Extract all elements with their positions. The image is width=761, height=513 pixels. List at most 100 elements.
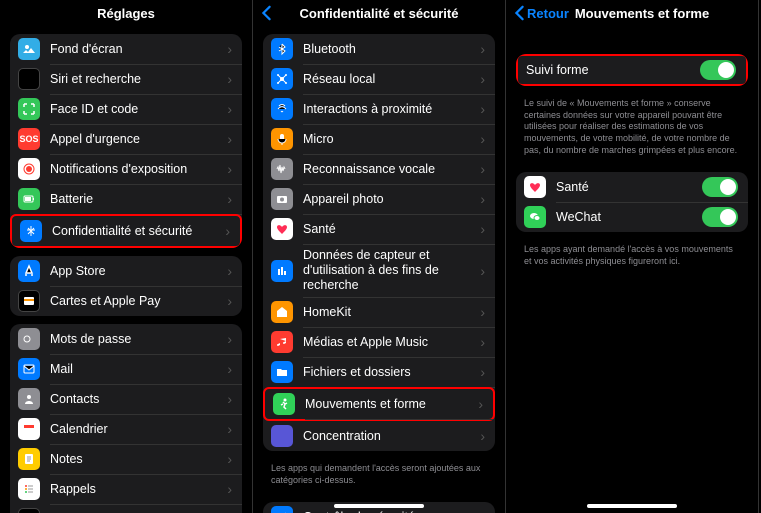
settings-row[interactable]: HomeKit› xyxy=(263,297,495,327)
settings-row[interactable]: Notes› xyxy=(10,444,242,474)
settings-row[interactable]: Face ID et code › xyxy=(10,94,242,124)
row-label: WeChat xyxy=(556,210,702,225)
row-label: Siri et recherche xyxy=(50,72,221,87)
settings-row[interactable]: Médias et Apple Music› xyxy=(263,327,495,357)
settings-row[interactable]: Données de capteur et d'utilisation à de… xyxy=(263,244,495,297)
network-icon xyxy=(271,68,293,90)
chevron-right-icon: › xyxy=(480,71,485,87)
home-indicator[interactable] xyxy=(587,504,677,508)
focus-icon xyxy=(271,425,293,447)
health-icon xyxy=(524,176,546,198)
chevron-left-icon xyxy=(514,5,525,21)
toggle-switch[interactable] xyxy=(700,60,736,80)
row-label: Rappels xyxy=(50,482,221,497)
settings-group: Fond d'écran›Siri et recherche›Face ID e… xyxy=(10,34,242,248)
nearby-icon xyxy=(271,98,293,120)
row-label: Suivi forme xyxy=(526,63,700,78)
chevron-right-icon: › xyxy=(227,161,232,177)
sos-icon: SOS xyxy=(18,128,40,150)
privacy-icon xyxy=(20,220,42,242)
row-label: Bluetooth xyxy=(303,42,474,57)
settings-row[interactable]: Batterie › xyxy=(10,184,242,214)
settings-row[interactable]: Reconnaissance vocale › xyxy=(263,154,495,184)
settings-row[interactable]: Confidentialité et sécurité› xyxy=(10,214,242,248)
settings-row[interactable]: Bluetooth› xyxy=(263,34,495,64)
settings-row[interactable]: Interactions à proximité› xyxy=(263,94,495,124)
calendar-icon xyxy=(18,418,40,440)
settings-row[interactable]: Cartes et Apple Pay› xyxy=(10,286,242,316)
row-label: Notes xyxy=(50,452,221,467)
chevron-right-icon: › xyxy=(480,263,485,279)
chevron-right-icon: › xyxy=(480,304,485,320)
row-label: Fichiers et dossiers xyxy=(303,365,474,380)
toggle-switch[interactable] xyxy=(702,177,738,197)
settings-row[interactable]: Fichiers et dossiers› xyxy=(263,357,495,387)
back-button[interactable] xyxy=(261,5,274,21)
settings-row[interactable]: Appareil photo› xyxy=(263,184,495,214)
wallet-icon xyxy=(18,290,40,312)
group-footer: Les apps qui demandent l'accès seront aj… xyxy=(253,459,505,494)
settings-row[interactable]: Santé› xyxy=(263,214,495,244)
chevron-right-icon: › xyxy=(227,191,232,207)
chevron-right-icon: › xyxy=(227,263,232,279)
back-button[interactable]: Retour xyxy=(514,5,569,21)
group-footer: Les apps ayant demandé l'accès à vos mou… xyxy=(506,240,758,275)
settings-row[interactable]: Calendrier› xyxy=(10,414,242,444)
row-label: Micro xyxy=(303,132,474,147)
settings-row[interactable]: Dictaphone› xyxy=(10,504,242,513)
bluetooth-icon xyxy=(271,38,293,60)
settings-row[interactable]: Micro› xyxy=(263,124,495,154)
motion-icon xyxy=(273,393,295,415)
row-label: Notifications d'exposition xyxy=(50,162,221,177)
passwords-icon xyxy=(18,328,40,350)
chevron-right-icon: › xyxy=(480,428,485,444)
wallpaper-icon xyxy=(18,38,40,60)
contacts-icon xyxy=(18,388,40,410)
settings-row[interactable]: Notifications d'exposition › xyxy=(10,154,242,184)
row-label: App Store xyxy=(50,264,221,279)
row-label: Reconnaissance vocale xyxy=(303,162,474,177)
settings-row[interactable]: Contacts› xyxy=(10,384,242,414)
faceid-icon xyxy=(18,98,40,120)
settings-row[interactable]: WeChat xyxy=(516,202,748,232)
files-icon xyxy=(271,361,293,383)
settings-row[interactable]: Santé xyxy=(516,172,748,202)
settings-row[interactable]: Suivi forme xyxy=(516,54,748,86)
settings-row[interactable]: Réseau local› xyxy=(263,64,495,94)
header: Retour Mouvements et forme xyxy=(506,0,758,26)
chevron-left-icon xyxy=(261,5,272,21)
mail-icon xyxy=(18,358,40,380)
settings-group: Mots de passe›Mail›Contacts›Calendrier›N… xyxy=(10,324,242,513)
toggle-switch[interactable] xyxy=(702,207,738,227)
chevron-right-icon: › xyxy=(227,331,232,347)
wechat-icon xyxy=(524,206,546,228)
reminders-icon xyxy=(18,478,40,500)
row-label: Batterie xyxy=(50,192,221,207)
home-indicator[interactable] xyxy=(334,504,424,508)
chevron-right-icon: › xyxy=(480,221,485,237)
content: Bluetooth›Réseau local›Interactions à pr… xyxy=(253,26,505,513)
chevron-right-icon: › xyxy=(227,101,232,117)
speech-icon xyxy=(271,158,293,180)
settings-row[interactable]: Siri et recherche › xyxy=(10,64,242,94)
chevron-right-icon: › xyxy=(227,41,232,57)
chevron-right-icon: › xyxy=(227,293,232,309)
row-label: Face ID et code xyxy=(50,102,221,117)
settings-row[interactable]: SOSAppel d'urgence› xyxy=(10,124,242,154)
chevron-right-icon: › xyxy=(480,191,485,207)
header: Confidentialité et sécurité xyxy=(253,0,505,26)
settings-row[interactable]: Mail› xyxy=(10,354,242,384)
settings-row[interactable]: Mouvements et forme› xyxy=(263,387,495,421)
settings-row[interactable]: Concentration› xyxy=(263,421,495,451)
row-label: Données de capteur et d'utilisation à de… xyxy=(303,248,474,293)
settings-row[interactable]: Fond d'écran› xyxy=(10,34,242,64)
chevron-right-icon: › xyxy=(480,161,485,177)
media-icon xyxy=(271,331,293,353)
settings-row[interactable]: Mots de passe› xyxy=(10,324,242,354)
settings-group: App Store›Cartes et Apple Pay› xyxy=(10,256,242,316)
settings-row[interactable]: Rappels› xyxy=(10,474,242,504)
chevron-right-icon: › xyxy=(227,71,232,87)
battery-icon xyxy=(18,188,40,210)
privacy-screen: Confidentialité et sécurité Bluetooth›Ré… xyxy=(253,0,506,513)
settings-row[interactable]: App Store › xyxy=(10,256,242,286)
